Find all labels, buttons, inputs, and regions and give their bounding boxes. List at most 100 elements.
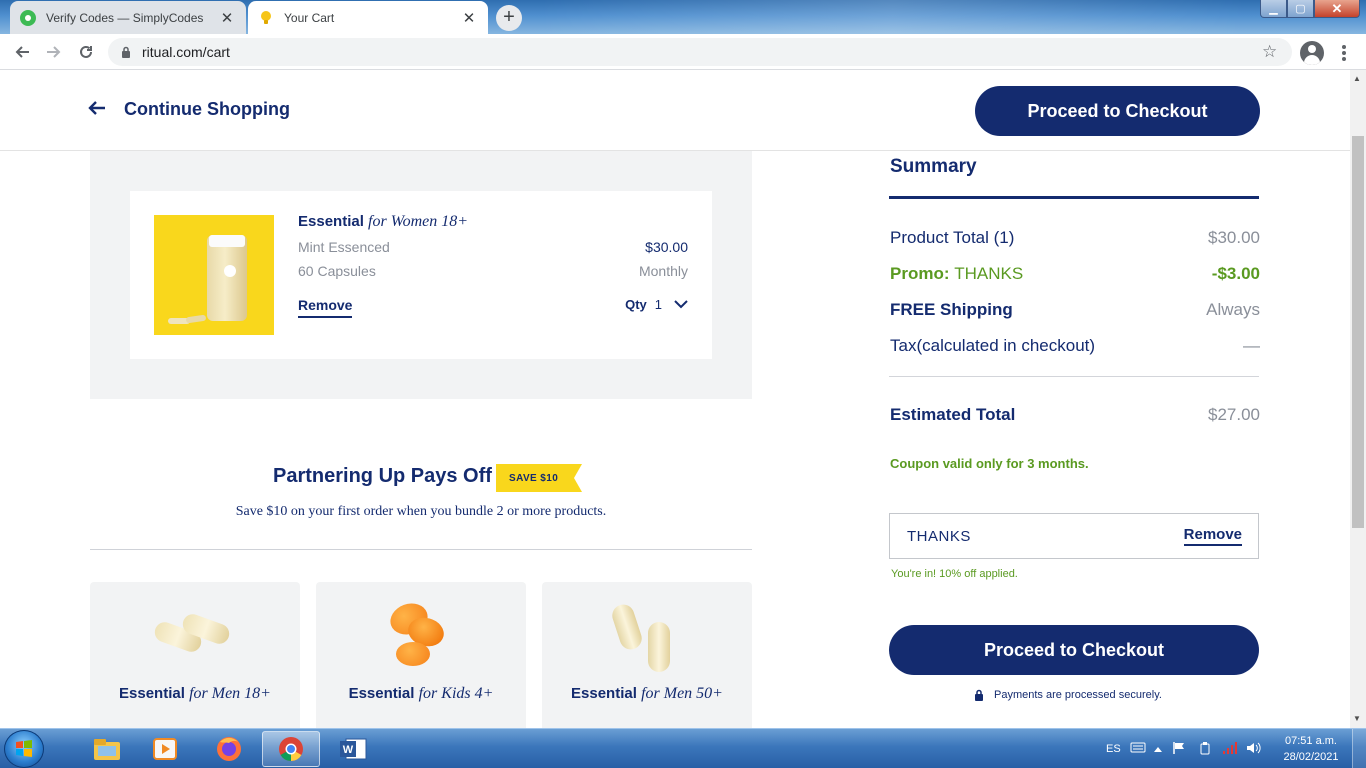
browser-menu-icon[interactable]: [1334, 43, 1354, 63]
tab-title: Your Cart: [284, 10, 335, 25]
product-frequency: Monthly: [638, 263, 688, 279]
upsell-card-men-18[interactable]: Essential for Men 18+: [90, 582, 300, 728]
promo-code: THANKS: [954, 264, 1024, 283]
bookmark-star-icon[interactable]: ☆: [1262, 43, 1277, 61]
start-button-icon[interactable]: [4, 730, 44, 768]
clock-date: 28/02/2021: [1283, 751, 1339, 763]
maximize-window-button[interactable]: ▢: [1287, 0, 1314, 18]
cart-header: Continue Shopping Proceed to Checkout: [0, 70, 1350, 151]
cart-page: Continue Shopping Proceed to Checkout Es…: [0, 70, 1350, 728]
promo-prefix: Promo:: [890, 264, 955, 283]
taskbar-clock[interactable]: 07:51 a.m. 28/02/2021: [1276, 733, 1346, 765]
summary-label: FREE Shipping: [890, 300, 1013, 319]
estimated-total-label: Estimated Total: [890, 405, 1016, 424]
upsell-card-kids-4[interactable]: Essential for Kids 4+: [316, 582, 526, 728]
upsell-name-main: Essential: [119, 685, 185, 702]
keyboard-icon[interactable]: [1130, 741, 1146, 756]
page-scrollbar[interactable]: ▲ ▼: [1350, 70, 1366, 728]
qty-label: Qty: [625, 297, 647, 312]
show-desktop-button[interactable]: [1352, 729, 1366, 768]
product-name-main: Essential: [298, 213, 364, 230]
section-divider: [90, 549, 752, 550]
media-player-icon[interactable]: [136, 731, 194, 767]
firefox-icon[interactable]: [200, 731, 258, 767]
continue-shopping-label: Continue Shopping: [124, 99, 290, 119]
summary-row-product-total: Product Total (1) $30.00: [890, 228, 1260, 248]
tab-verify-codes[interactable]: Verify Codes — SimplyCodes ✕: [10, 1, 246, 34]
continue-shopping-link[interactable]: Continue Shopping: [88, 98, 290, 121]
product-price: $30.00: [645, 239, 688, 255]
svg-text:W: W: [343, 744, 354, 756]
windows-taskbar: W ES 07:51 a.m. 28/02/2021: [0, 728, 1366, 768]
summary-value: Always: [1206, 300, 1260, 319]
promo-label: Promo: THANKS: [890, 264, 1023, 284]
scroll-up-arrow-icon[interactable]: ▲: [1353, 74, 1361, 83]
close-window-button[interactable]: ✕: [1314, 0, 1360, 18]
product-name-suffix: for Women 18+: [368, 213, 469, 230]
left-arrow-icon: [88, 98, 108, 121]
browser-toolbar: ritual.com/cart ☆: [0, 34, 1366, 70]
gummy-image: [396, 642, 430, 666]
scroll-down-arrow-icon[interactable]: ▼: [1353, 714, 1361, 723]
upsell-name-main: Essential: [571, 685, 637, 702]
close-tab-icon[interactable]: ✕: [218, 9, 236, 27]
tab-your-cart[interactable]: Your Cart ✕: [248, 1, 488, 34]
summary-value: $30.00: [1208, 228, 1260, 247]
upsell-name-main: Essential: [348, 685, 415, 702]
upsell-card-men-50[interactable]: Essential for Men 50+: [542, 582, 752, 728]
ritual-favicon-icon: [258, 10, 274, 26]
remove-coupon-button[interactable]: Remove: [1183, 526, 1242, 546]
chrome-icon[interactable]: [262, 731, 320, 767]
browser-tab-strip: Verify Codes — SimplyCodes ✕ Your Cart ✕…: [0, 0, 1366, 34]
summary-title: Summary: [890, 156, 977, 177]
save-badge: SAVE $10: [496, 464, 583, 492]
cart-items-panel: Essential for Women 18+ Mint Essenced 60…: [90, 151, 752, 399]
lock-icon: [120, 45, 132, 59]
word-icon[interactable]: W: [324, 731, 382, 767]
file-explorer-icon[interactable]: [78, 731, 136, 767]
product-capsule-count: 60 Capsules: [298, 263, 376, 279]
coupon-field[interactable]: THANKS Remove: [889, 513, 1259, 559]
scrollbar-thumb[interactable]: [1352, 136, 1364, 528]
capsule-shape: [185, 314, 207, 324]
url-text: ritual.com/cart: [142, 44, 230, 60]
summary-divider: [889, 376, 1259, 377]
bundle-description: Save $10 on your first order when you bu…: [235, 504, 607, 519]
remove-item-button[interactable]: Remove: [298, 297, 353, 318]
power-icon[interactable]: [1198, 741, 1212, 758]
bottle-label-shape: [224, 265, 236, 277]
address-bar[interactable]: ritual.com/cart: [108, 38, 1292, 66]
new-tab-button[interactable]: +: [496, 5, 522, 31]
forward-arrow-icon[interactable]: [42, 40, 66, 64]
profile-avatar-icon[interactable]: [1300, 41, 1324, 65]
secure-payments-note: Payments are processed securely.: [974, 689, 1162, 701]
summary-checkout-button[interactable]: Proceed to Checkout: [889, 625, 1259, 675]
volume-icon[interactable]: [1246, 741, 1262, 758]
header-checkout-button[interactable]: Proceed to Checkout: [975, 86, 1260, 136]
capsule-image: [648, 622, 670, 672]
upsell-name: Essential for Men 50+: [542, 685, 752, 703]
promo-value: -$3.00: [1211, 264, 1260, 283]
quantity-selector[interactable]: Qty 1: [625, 297, 688, 312]
product-name[interactable]: Essential for Women 18+: [298, 213, 468, 231]
summary-row-promo: Promo: THANKS -$3.00: [890, 264, 1260, 284]
network-signal-icon[interactable]: [1222, 741, 1238, 758]
summary-label: Tax(calculated in checkout): [890, 336, 1096, 355]
tray-expand-icon[interactable]: [1154, 743, 1162, 755]
chevron-down-icon: [674, 298, 688, 312]
coupon-note: Coupon valid only for 3 months.: [890, 456, 1089, 471]
cart-item: Essential for Women 18+ Mint Essenced 60…: [130, 191, 712, 359]
product-image[interactable]: [154, 215, 274, 335]
secure-note-text: Payments are processed securely.: [994, 689, 1162, 701]
action-center-flag-icon[interactable]: [1172, 741, 1186, 758]
summary-row-estimated-total: Estimated Total $27.00: [890, 405, 1260, 425]
product-flavor: Mint Essenced: [298, 239, 390, 255]
lock-icon: [974, 689, 984, 701]
minimize-window-button[interactable]: ▁: [1260, 0, 1287, 18]
language-indicator[interactable]: ES: [1106, 743, 1121, 755]
close-tab-icon[interactable]: ✕: [460, 9, 478, 27]
bundle-title: Partnering Up Pays Off: [273, 465, 492, 487]
back-arrow-icon[interactable]: [10, 40, 34, 64]
summary-row-tax: Tax(calculated in checkout) —: [890, 336, 1260, 356]
reload-icon[interactable]: [74, 40, 98, 64]
